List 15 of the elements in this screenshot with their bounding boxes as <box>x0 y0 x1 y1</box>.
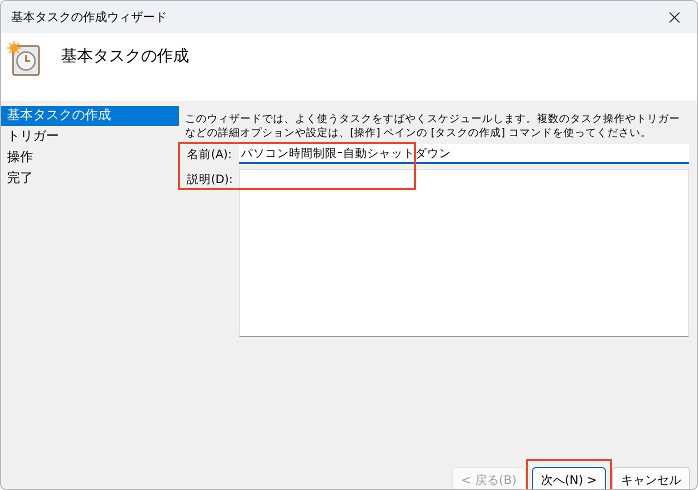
clock-icon <box>7 41 41 77</box>
sidebar-item[interactable]: 操作 <box>1 148 179 168</box>
sidebar-item[interactable]: トリガー <box>1 127 179 147</box>
dialog-button[interactable]: キャンセル <box>612 467 690 489</box>
description-field[interactable] <box>239 169 689 337</box>
header-title: 基本タスクの作成 <box>61 46 189 67</box>
intro-text: このウィザードでは、よく使うタスクをすばやくスケジュールします。複数のタスク操作やトリガーなどの詳細オプションや設定は、[操作] ペインの [タスクの作成] コマンドを使ってください。 <box>184 112 681 140</box>
sidebar-item[interactable]: 基本タスクの作成 <box>1 106 179 126</box>
sidebar-item[interactable]: 完了 <box>1 169 179 189</box>
dialog-button[interactable]: 次へ(N) > <box>532 467 606 489</box>
field-label: 名前(A): <box>186 146 233 162</box>
name-field[interactable]: パソコン時間制限ｰ自動シャットダウン <box>239 144 689 164</box>
field-label: 説明(D): <box>186 171 234 187</box>
window-title: 基本タスクの作成ウィザード <box>11 8 168 26</box>
close-icon <box>668 12 680 22</box>
